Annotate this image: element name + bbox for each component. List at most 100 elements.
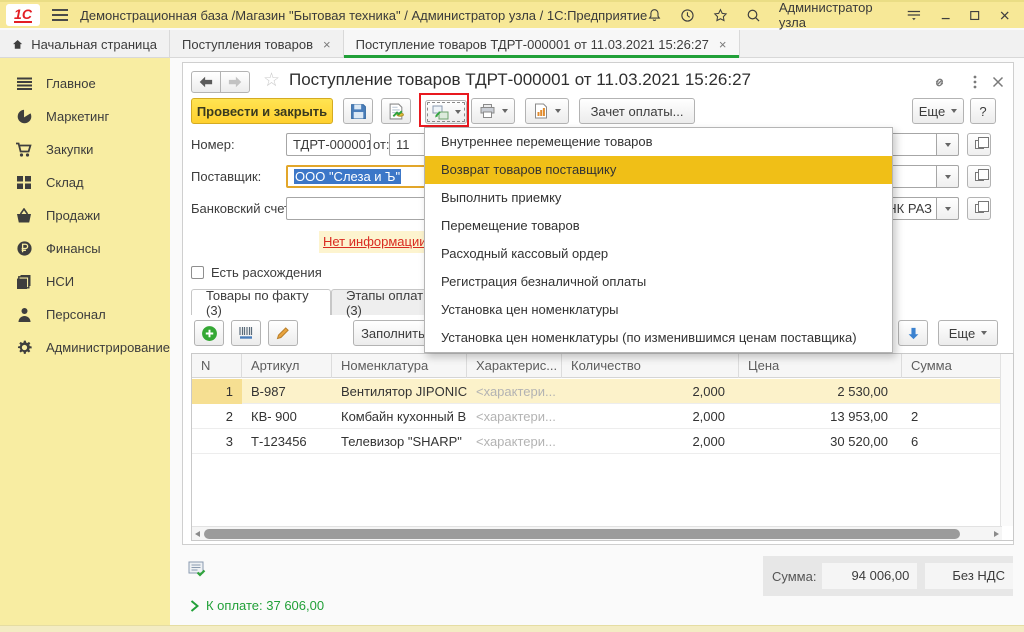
menu-lines-icon	[14, 75, 34, 93]
dropdown-button[interactable]	[936, 197, 959, 220]
note-icon[interactable]	[188, 560, 207, 578]
no-info-link[interactable]: Нет информации о кон	[323, 234, 425, 249]
reports-button[interactable]	[525, 98, 569, 124]
menu-item-perform-acceptance[interactable]: Выполнить приемку	[425, 184, 892, 212]
scrollbar-thumb[interactable]	[204, 529, 960, 539]
col-sum[interactable]: Сумма	[902, 354, 1002, 378]
dropdown-button[interactable]	[936, 165, 959, 188]
1c-logo-icon[interactable]: 1С	[6, 4, 40, 26]
barcode-scan-button[interactable]	[231, 320, 261, 346]
sidebar-item-nsi[interactable]: НСИ	[0, 265, 170, 298]
tab-goods-by-fact[interactable]: Товары по факту (3)	[191, 289, 331, 315]
post-and-close-button[interactable]: Провести и закрыть	[191, 98, 333, 124]
edit-row-button[interactable]	[268, 320, 298, 346]
tab-goods-receipt-document[interactable]: Поступление товаров ТДРТ-000001 от 11.03…	[344, 30, 740, 58]
favorites-icon[interactable]	[713, 7, 728, 24]
main-menu-icon[interactable]	[52, 9, 68, 21]
discrepancies-checkbox[interactable]	[191, 266, 204, 279]
close-form-icon[interactable]	[991, 75, 1005, 89]
nav-forward-button[interactable]	[220, 71, 250, 93]
menu-item-return-to-supplier[interactable]: Возврат товаров поставщику	[425, 156, 892, 184]
current-user[interactable]: Администратор узла	[779, 0, 888, 30]
table-row[interactable]: 3 Т-123456 Телевизор "SHARP" <характери.…	[192, 429, 1002, 454]
ruble-circle-icon	[14, 240, 34, 258]
service-menu-icon[interactable]	[906, 8, 922, 22]
move-down-button[interactable]	[898, 320, 928, 346]
arrow-left-icon	[199, 76, 213, 88]
favorite-star-icon[interactable]: ☆	[263, 71, 280, 90]
bank-account-label: Банковский счет:	[191, 197, 294, 220]
open-button[interactable]	[967, 197, 991, 220]
get-link-icon[interactable]	[931, 74, 948, 91]
add-plus-icon	[201, 325, 218, 342]
sum-value: 94 006,00	[822, 563, 917, 589]
sidebar-item-warehouse[interactable]: Склад	[0, 166, 170, 199]
minimize-window-icon[interactable]	[940, 9, 951, 22]
save-button[interactable]	[343, 98, 373, 124]
table-row[interactable]: 2 КВ- 900 Комбайн кухонный BI... <характ…	[192, 404, 1002, 429]
open-button[interactable]	[967, 133, 991, 156]
col-quantity[interactable]: Количество	[562, 354, 739, 378]
col-nomenclature[interactable]: Номенклатура	[332, 354, 467, 378]
notifications-icon[interactable]	[647, 7, 662, 24]
number-field[interactable]: ТДРТ-000001	[286, 133, 371, 156]
arrow-right-icon	[228, 76, 242, 88]
open-button[interactable]	[967, 165, 991, 188]
menu-item-set-item-prices-by-changed[interactable]: Установка цен номенклатуры (по изменивши…	[425, 324, 892, 352]
payment-due-link[interactable]: К оплате: 37 606,00	[190, 598, 324, 613]
col-characteristic[interactable]: Характерис...	[467, 354, 562, 378]
window-title: Демонстрационная база /Магазин "Бытовая …	[80, 8, 647, 23]
close-window-icon[interactable]	[999, 9, 1010, 22]
selected-text: ООО "Слеза и Ъ"	[294, 169, 401, 184]
scroll-left-icon[interactable]	[195, 531, 200, 537]
table-row[interactable]: 1 В-987 Вентилятор JIPONIC (... <характе…	[192, 379, 1002, 404]
table-more-button[interactable]: Еще	[938, 320, 998, 346]
more-button[interactable]: Еще	[912, 98, 964, 124]
window-bottom-strip	[0, 625, 1024, 632]
nav-back-button[interactable]	[191, 71, 221, 93]
sidebar-item-marketing[interactable]: Маркетинг	[0, 100, 170, 133]
sidebar-item-main[interactable]: Главное	[0, 67, 170, 100]
gear-icon	[14, 339, 34, 357]
sidebar-item-administration[interactable]: Администрирование	[0, 331, 170, 364]
tab-goods-receipts-list[interactable]: Поступления товаров ×	[170, 30, 344, 58]
counterparty-warning-box: Нет информации о кон	[319, 231, 425, 253]
dropdown-button[interactable]	[936, 133, 959, 156]
post-document-button[interactable]	[381, 98, 411, 124]
sidebar-item-personnel[interactable]: Персонал	[0, 298, 170, 331]
col-article[interactable]: Артикул	[242, 354, 332, 378]
history-icon[interactable]	[680, 7, 695, 24]
open-icon	[975, 140, 984, 149]
cart-icon	[14, 141, 34, 159]
sidebar-item-purchases[interactable]: Закупки	[0, 133, 170, 166]
sidebar-item-finance[interactable]: Финансы	[0, 232, 170, 265]
menu-item-set-item-prices[interactable]: Установка цен номенклатуры	[425, 296, 892, 324]
close-tab-icon[interactable]: ×	[323, 37, 331, 52]
scroll-right-icon[interactable]	[994, 531, 999, 537]
horizontal-scrollbar[interactable]	[192, 526, 1002, 540]
create-based-on-button[interactable]	[425, 100, 467, 124]
help-button[interactable]: ?	[970, 98, 996, 124]
tab-home[interactable]: Начальная страница	[0, 30, 170, 58]
col-n[interactable]: N	[192, 354, 242, 378]
discrepancies-label[interactable]: Есть расхождения	[211, 261, 322, 284]
print-button[interactable]	[471, 98, 515, 124]
pencil-icon	[275, 325, 291, 341]
sidebar-item-sales[interactable]: Продажи	[0, 199, 170, 232]
maximize-window-icon[interactable]	[969, 9, 980, 22]
menu-item-cashless-payment-registration[interactable]: Регистрация безналичной оплаты	[425, 268, 892, 296]
close-tab-icon[interactable]: ×	[719, 37, 727, 52]
search-icon[interactable]	[746, 7, 761, 24]
menu-item-goods-transfer[interactable]: Перемещение товаров	[425, 212, 892, 240]
barcode-icon	[238, 325, 254, 341]
menu-item-cash-expense-order[interactable]: Расходный кассовый ордер	[425, 240, 892, 268]
add-row-button[interactable]	[194, 320, 224, 346]
vertical-scrollbar[interactable]	[1000, 354, 1013, 526]
open-icon	[975, 204, 984, 213]
col-price[interactable]: Цена	[739, 354, 902, 378]
titlebar: 1С Демонстрационная база /Магазин "Бытов…	[0, 0, 1024, 28]
kebab-menu-icon[interactable]	[967, 74, 983, 90]
payment-offset-button[interactable]: Зачет оплаты...	[579, 98, 695, 124]
table-header: N Артикул Номенклатура Характерис... Кол…	[192, 354, 1002, 378]
menu-item-internal-transfer[interactable]: Внутреннее перемещение товаров	[425, 128, 892, 156]
